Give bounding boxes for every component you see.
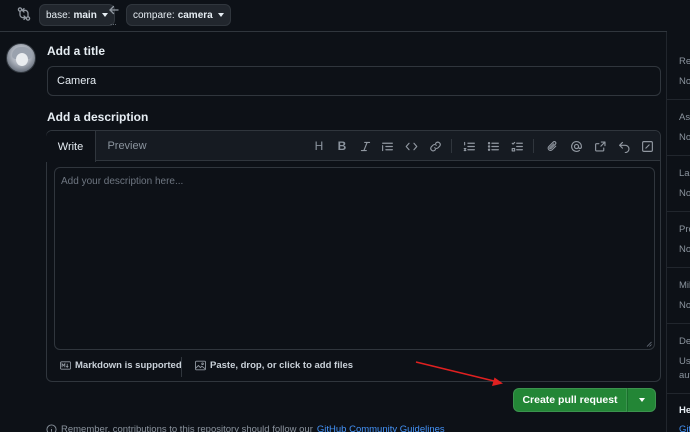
chevron-down-icon [217, 13, 224, 17]
bold-icon[interactable]: B [334, 138, 350, 154]
sidebar-divider [666, 32, 667, 432]
tab-write[interactable]: Write [46, 131, 96, 162]
create-pr-button-group: Create pull request [513, 388, 656, 412]
title-input[interactable]: Camera [47, 66, 661, 96]
unordered-list-icon[interactable] [485, 138, 501, 154]
sidebar-labels-value: No [679, 188, 690, 199]
editor-footer: Markdown is supported Paste, drop, or cl… [47, 353, 660, 381]
compare-branch-label: compare: [133, 9, 175, 21]
description-textarea[interactable]: Add your description here... [54, 167, 655, 350]
sidebar-helpful-link[interactable]: Git [679, 424, 690, 432]
chevron-down-icon [638, 398, 645, 402]
image-icon [195, 360, 206, 371]
numbered-list-icon[interactable] [461, 138, 477, 154]
undo-icon[interactable] [616, 138, 632, 154]
paperclip-icon[interactable] [544, 138, 560, 154]
task-list-icon[interactable] [509, 138, 525, 154]
quote-icon[interactable] [379, 138, 395, 154]
arrow-left-icon [109, 5, 119, 15]
chevron-down-icon [101, 13, 108, 17]
heading-icon[interactable]: H [311, 138, 327, 154]
sidebar-projects-heading[interactable]: Pro [679, 224, 690, 235]
guidelines-link[interactable]: GitHub Community Guidelines [317, 424, 445, 432]
sidebar-projects-value: No [679, 244, 690, 255]
sidebar-development-value: Use [679, 356, 690, 367]
link-icon[interactable] [427, 138, 443, 154]
italic-icon[interactable] [357, 138, 373, 154]
markdown-icon [60, 361, 71, 370]
title-heading: Add a title [47, 44, 106, 58]
markdown-note: Markdown is supported [75, 360, 182, 371]
sidebar-reviewers-value: No [679, 76, 690, 87]
sidebar-milestone-heading[interactable]: Mil [679, 280, 690, 291]
compare-dots: ... [110, 18, 117, 27]
code-icon[interactable] [403, 138, 419, 154]
attach-note: Paste, drop, or click to add files [210, 360, 354, 371]
sidebar-labels-heading[interactable]: Lab [679, 168, 690, 179]
create-pull-request-button[interactable]: Create pull request [513, 388, 627, 412]
base-branch-select[interactable]: base: main [39, 4, 115, 26]
guidelines-notice: Remember, contributions to this reposito… [46, 424, 445, 432]
cross-reference-icon[interactable] [592, 138, 608, 154]
tab-preview[interactable]: Preview [107, 131, 147, 161]
base-branch-label: base: [46, 9, 71, 21]
fullscreen-icon[interactable] [639, 138, 655, 154]
sidebar-milestone-value: No [679, 300, 690, 311]
sidebar-helpful-heading: He [679, 405, 690, 416]
git-compare-icon [17, 7, 31, 21]
create-pr-dropdown-button[interactable] [627, 388, 656, 412]
info-icon [46, 424, 57, 432]
attach-files-button[interactable]: Paste, drop, or click to add files [195, 360, 353, 371]
compare-branch-value: camera [177, 9, 213, 21]
sidebar-development-heading: De [679, 336, 690, 347]
title-input-value: Camera [57, 75, 97, 87]
description-heading: Add a description [47, 110, 149, 124]
notice-text: Remember, contributions to this reposito… [61, 424, 313, 432]
compare-branch-select[interactable]: compare: camera [126, 4, 231, 26]
sidebar-assignees-heading[interactable]: Ass [679, 112, 690, 123]
resize-handle-icon[interactable] [646, 341, 652, 347]
mention-icon[interactable] [568, 138, 584, 154]
description-placeholder: Add your description here... [61, 176, 184, 187]
sidebar-reviewers-heading[interactable]: Re [679, 56, 690, 67]
sidebar-assignees-value: No [679, 132, 690, 143]
base-branch-value: main [73, 9, 97, 21]
avatar[interactable] [6, 43, 36, 73]
editor-tabs: Write Preview H B [46, 131, 660, 162]
markdown-supported-link[interactable]: Markdown is supported [60, 360, 182, 371]
description-editor: Write Preview H B Add your description h… [46, 130, 661, 382]
sidebar-development-value-2: aut [679, 370, 690, 381]
